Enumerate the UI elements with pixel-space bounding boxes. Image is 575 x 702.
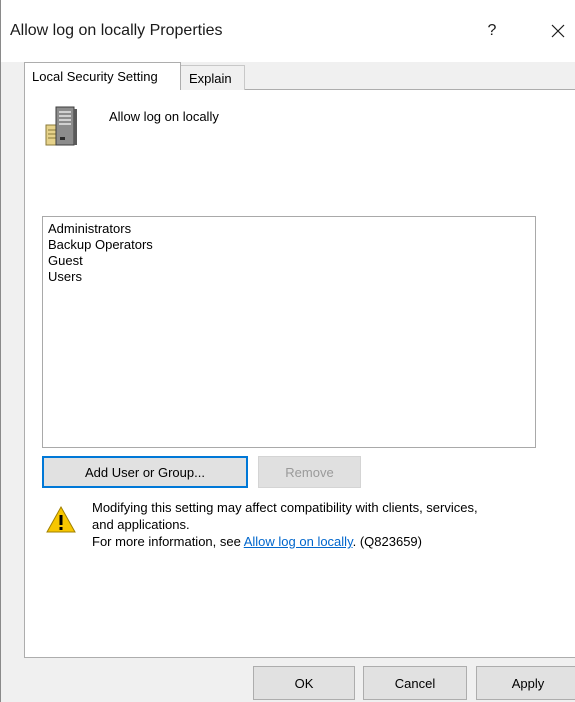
window-title: Allow log on locally Properties: [10, 22, 223, 39]
warning-line-2: and applications.: [92, 517, 190, 532]
title-bar: Allow log on locally Properties ?: [1, 0, 575, 62]
list-item[interactable]: Administrators: [48, 221, 535, 237]
ok-button[interactable]: OK: [253, 666, 355, 700]
warning-line-3-suffix: . (Q823659): [352, 534, 422, 549]
add-user-or-group-button[interactable]: Add User or Group...: [42, 456, 248, 488]
warning-line-1: Modifying this setting may affect compat…: [92, 500, 478, 515]
members-listbox[interactable]: Administrators Backup Operators Guest Us…: [42, 216, 536, 448]
list-item[interactable]: Users: [48, 269, 535, 285]
list-item[interactable]: Guest: [48, 253, 535, 269]
remove-button[interactable]: Remove: [258, 456, 361, 488]
close-button[interactable]: [541, 14, 575, 48]
apply-button[interactable]: Apply: [476, 666, 575, 700]
properties-dialog: Allow log on locally Properties ? Local …: [0, 0, 575, 702]
tab-explain[interactable]: Explain: [181, 65, 245, 90]
warning-message: Modifying this setting may affect compat…: [92, 499, 478, 550]
warning-line-3: For more information, see Allow log on l…: [92, 533, 478, 550]
tab-local-security-setting[interactable]: Local Security Setting: [24, 62, 181, 90]
allow-log-on-locally-link[interactable]: Allow log on locally: [244, 534, 353, 549]
warning-line-3-prefix: For more information, see: [92, 534, 244, 549]
server-tower-icon: [45, 106, 77, 146]
warning-triangle-icon: [46, 505, 76, 533]
list-item[interactable]: Backup Operators: [48, 237, 535, 253]
close-icon: [551, 24, 565, 38]
cancel-button[interactable]: Cancel: [363, 666, 467, 700]
policy-name: Allow log on locally: [109, 109, 219, 124]
help-button[interactable]: ?: [475, 14, 509, 48]
